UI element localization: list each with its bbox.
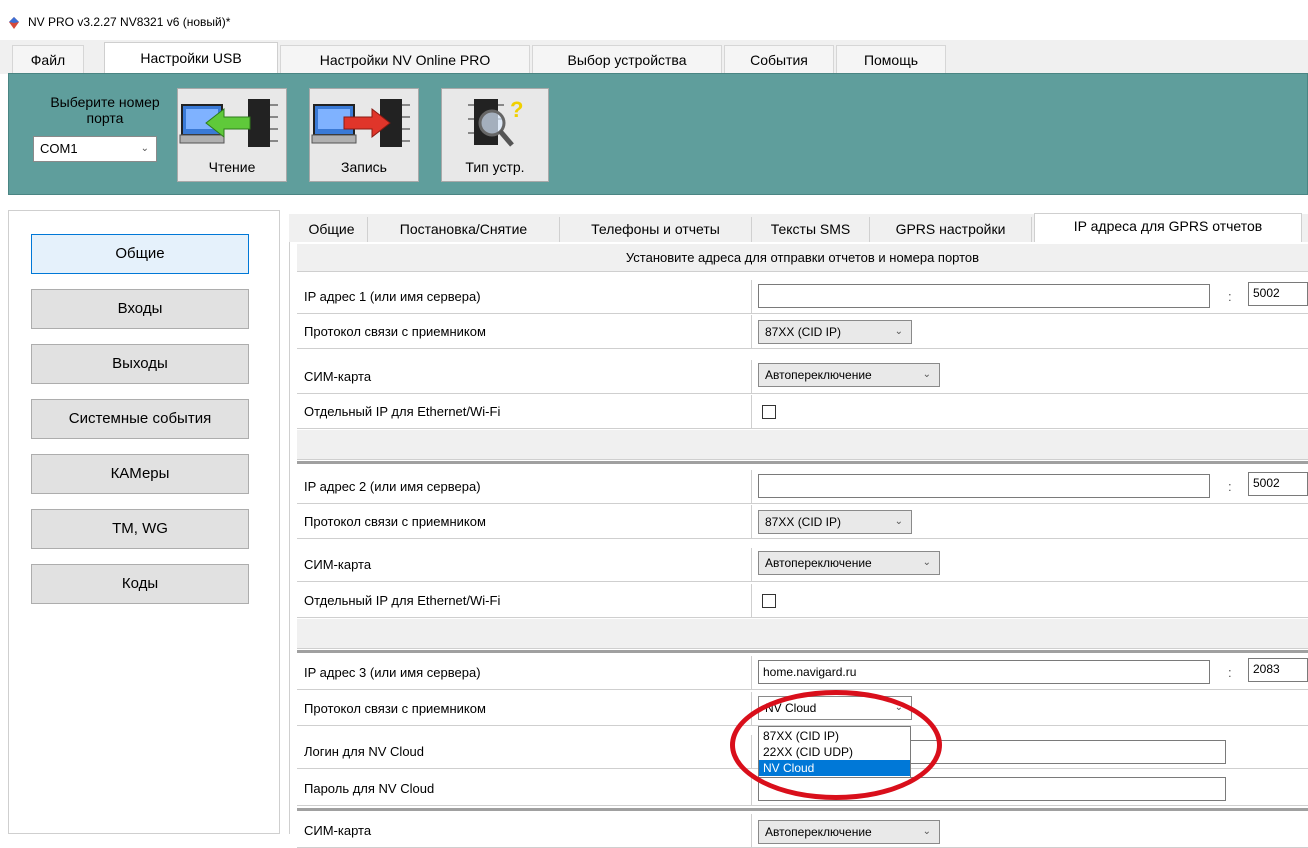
chevron-down-icon: ⌄: [922, 826, 931, 837]
sim1-select[interactable]: Автопереключение ⌄: [758, 363, 940, 387]
port-label: Выберите номер порта: [50, 94, 160, 126]
tab-phones-reports[interactable]: Телефоны и отчеты: [560, 217, 752, 243]
proto2-select-value: 87XX (CID IP): [765, 515, 842, 529]
eth2-row: [752, 584, 1308, 618]
menu-tab-help[interactable]: Помощь: [836, 45, 946, 73]
sim1-label: СИМ-карта: [297, 360, 752, 394]
menu-tab-events[interactable]: События: [724, 45, 834, 73]
proto1-label: Протокол связи с приемником: [297, 315, 752, 349]
device-type-button[interactable]: ? Тип устр.: [441, 88, 549, 182]
menu-tab-usb-settings[interactable]: Настройки USB: [104, 42, 278, 74]
ip3-port-input[interactable]: 2083: [1248, 658, 1308, 682]
svg-text:?: ?: [510, 97, 523, 122]
proto2-label: Протокол связи с приемником: [297, 505, 752, 539]
tab-general[interactable]: Общие: [296, 217, 368, 243]
password-label: Пароль для NV Cloud: [297, 772, 752, 806]
tab-gprs-settings[interactable]: GPRS настройки: [870, 217, 1032, 243]
write-button[interactable]: Запись: [309, 88, 419, 182]
ip2-port-input[interactable]: 5002: [1248, 472, 1308, 496]
eth2-label: Отдельный IP для Ethernet/Wi-Fi: [297, 584, 752, 618]
read-device-icon: [179, 99, 278, 147]
red-annotation-ellipse: [730, 690, 942, 800]
write-device-icon: [311, 99, 410, 147]
sim2-label: СИМ-карта: [297, 548, 752, 582]
ip1-label: IP адрес 1 (или имя сервера): [297, 280, 752, 314]
eth2-checkbox[interactable]: [762, 594, 776, 608]
port-separator: :: [1228, 289, 1232, 304]
sim1-row: Автопереключение ⌄: [752, 360, 1308, 394]
ip1-port-input[interactable]: 5002: [1248, 282, 1308, 306]
chevron-down-icon: ⌄: [894, 516, 903, 527]
ip3-input[interactable]: home.navigard.ru: [758, 660, 1210, 684]
read-button[interactable]: Чтение: [177, 88, 287, 182]
chevron-down-icon: ⌄: [140, 143, 149, 154]
nav-tm-wg[interactable]: TM, WG: [31, 509, 249, 549]
port-separator: :: [1228, 479, 1232, 494]
block-spacer: [297, 619, 1308, 649]
ip1-row: : 5002: [752, 280, 1308, 314]
block-divider: [297, 808, 1308, 811]
sim2-select-value: Автопереключение: [765, 556, 872, 570]
ip3-row: home.navigard.ru : 2083: [752, 656, 1308, 690]
menu-tab-nv-online-settings[interactable]: Настройки NV Online PRO: [280, 45, 530, 73]
ip1-input[interactable]: [758, 284, 1210, 308]
port-select[interactable]: COM1 ⌄: [33, 136, 157, 162]
port-select-value: COM1: [40, 141, 78, 156]
ip3-label: IP адрес 3 (или имя сервера): [297, 656, 752, 690]
port-separator: :: [1228, 665, 1232, 680]
tab-gprs-ip-addresses[interactable]: IP адреса для GPRS отчетов: [1034, 213, 1302, 243]
nav-system-events[interactable]: Системные события: [31, 399, 249, 439]
block-divider: [297, 650, 1308, 653]
sim2-select[interactable]: Автопереключение ⌄: [758, 551, 940, 575]
block-spacer: [297, 430, 1308, 460]
tab-sms-texts[interactable]: Тексты SMS: [752, 217, 870, 243]
nav-cameras[interactable]: КАМеры: [31, 454, 249, 494]
sim3-select[interactable]: Автопереключение ⌄: [758, 820, 940, 844]
nav-inputs[interactable]: Входы: [31, 289, 249, 329]
proto2-select[interactable]: 87XX (CID IP) ⌄: [758, 510, 912, 534]
write-button-label: Запись: [341, 159, 387, 175]
sim1-select-value: Автопереключение: [765, 368, 872, 382]
nav-general[interactable]: Общие: [31, 234, 249, 274]
eth1-checkbox[interactable]: [762, 405, 776, 419]
ip2-row: : 5002: [752, 470, 1308, 504]
eth1-label: Отдельный IP для Ethernet/Wi-Fi: [297, 395, 752, 429]
eth1-row: [752, 395, 1308, 429]
sim2-row: Автопереключение ⌄: [752, 548, 1308, 582]
tab-arm-disarm[interactable]: Постановка/Снятие: [368, 217, 560, 243]
menu-tab-file[interactable]: Файл: [12, 45, 84, 73]
chevron-down-icon: ⌄: [894, 326, 903, 337]
chevron-down-icon: ⌄: [922, 369, 931, 380]
chevron-down-icon: ⌄: [922, 557, 931, 568]
ip2-input[interactable]: [758, 474, 1210, 498]
proto2-row: 87XX (CID IP) ⌄: [752, 505, 1308, 539]
sim3-label: СИМ-карта: [297, 814, 752, 848]
nav-codes[interactable]: Коды: [31, 564, 249, 604]
device-type-button-label: Тип устр.: [465, 159, 525, 175]
ip2-label: IP адрес 2 (или имя сервера): [297, 470, 752, 504]
sim3-row: Автопереключение ⌄: [752, 814, 1308, 848]
proto3-label: Протокол связи с приемником: [297, 692, 752, 726]
proto1-select[interactable]: 87XX (CID IP) ⌄: [758, 320, 912, 344]
nav-outputs[interactable]: Выходы: [31, 344, 249, 384]
proto1-select-value: 87XX (CID IP): [765, 325, 842, 339]
window-title: NV PRO v3.2.27 NV8321 v6 (новый)*: [28, 15, 231, 29]
proto1-row: 87XX (CID IP) ⌄: [752, 315, 1308, 349]
device-type-magnifier-icon: ?: [468, 97, 523, 147]
menu-tab-device-select[interactable]: Выбор устройства: [532, 45, 722, 73]
login-label: Логин для NV Cloud: [297, 735, 752, 769]
read-button-label: Чтение: [208, 159, 256, 175]
app-logo-icon: [9, 17, 19, 29]
block-divider: [297, 461, 1308, 464]
section-heading: Установите адреса для отправки отчетов и…: [297, 244, 1308, 272]
sim3-select-value: Автопереключение: [765, 825, 872, 839]
